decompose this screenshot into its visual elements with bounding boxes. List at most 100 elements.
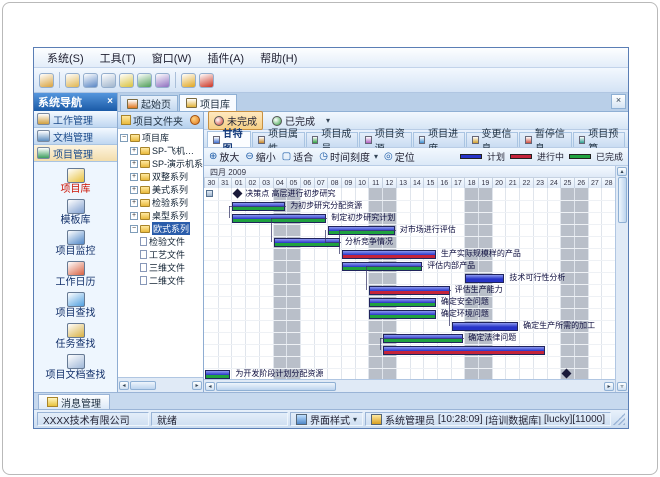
tree-item-11[interactable]: 二维文件 <box>120 274 203 287</box>
data-grid-icon[interactable] <box>39 73 54 88</box>
view-tab-project-progress[interactable]: 项目进度 <box>413 132 465 147</box>
status-session-info: 系统管理员 [10:28:09] [培训数据库] [lucky][11000] <box>365 412 611 426</box>
scroll-thumb[interactable] <box>618 177 627 223</box>
sidebar-group-doc-mgmt[interactable]: 文档管理 <box>34 128 117 145</box>
close-tab-icon[interactable]: × <box>611 94 626 109</box>
gantt-vertical-scrollbar[interactable]: ▴ ▿ <box>615 166 628 392</box>
sidebar-item-project-library[interactable]: 项目库 <box>34 166 117 197</box>
status-style-selector[interactable]: 界面样式 ▾ <box>290 412 363 426</box>
scroll-right-icon[interactable]: ▸ <box>192 381 202 390</box>
expand-icon[interactable]: + <box>130 212 138 220</box>
view-tab-change-info[interactable]: 变更信息 <box>466 132 518 147</box>
tree-item-1[interactable]: +SP-飞机试验系 <box>120 144 203 157</box>
menu-item-4[interactable]: 帮助(H) <box>253 49 304 67</box>
gantt-bar[interactable] <box>452 322 519 331</box>
print-icon[interactable] <box>101 73 116 88</box>
menu-item-3[interactable]: 插件(A) <box>200 49 251 67</box>
tree-item-2[interactable]: +SP-演示机系 <box>120 157 203 170</box>
scroll-thumb[interactable] <box>216 382 336 391</box>
tab-project-library[interactable]: 项目库 <box>179 94 237 111</box>
view-tab-project-resources[interactable]: 项目资源 <box>359 132 411 147</box>
gantt-bar[interactable] <box>369 298 436 307</box>
scroll-left-icon[interactable]: ◂ <box>119 381 129 390</box>
gantt-horizontal-scrollbar[interactable]: ◂ ▸ <box>204 379 615 392</box>
tree-item-5[interactable]: +检验系列 <box>120 196 203 209</box>
message-manager-tab[interactable]: 消息管理 <box>38 394 110 409</box>
expand-icon[interactable]: + <box>130 199 138 207</box>
view-tab-project-props[interactable]: 项目属性 <box>252 132 304 147</box>
zoom-in-label: 放大 <box>219 149 239 164</box>
sidebar-item-project-search[interactable]: 项目查找 <box>34 290 117 321</box>
resize-grip[interactable] <box>613 413 625 425</box>
collapse-icon[interactable]: − <box>130 225 138 233</box>
view-tab-project-budget[interactable]: 项目预算 <box>573 132 625 147</box>
time-scale-button[interactable]: ◷时间刻度▾ <box>319 149 378 164</box>
sidebar-item-work-calendar[interactable]: 工作日历 <box>34 259 117 290</box>
clock-icon: ◷ <box>319 151 328 162</box>
dependency-line <box>449 290 451 291</box>
tree-horizontal-scrollbar[interactable]: ◂ ▸ <box>118 377 203 392</box>
document-tabstrip: 起始页项目库 × <box>118 93 628 112</box>
exit-icon[interactable] <box>199 73 214 88</box>
chevron-down-icon: ▾ <box>353 415 357 424</box>
expand-icon[interactable]: + <box>130 160 138 168</box>
gantt-bar[interactable] <box>369 286 449 295</box>
milestone-diamond[interactable] <box>233 189 243 199</box>
tree-item-6[interactable]: +桌型系列 <box>120 209 203 222</box>
chevron-down-icon[interactable]: ▾ <box>326 116 330 125</box>
legend-bar <box>569 154 591 159</box>
gantt-bar[interactable] <box>383 346 545 355</box>
pin-icon[interactable] <box>190 115 200 125</box>
tree-item-8[interactable]: 检验文件 <box>120 235 203 248</box>
menu-item-1[interactable]: 工具(T) <box>93 49 143 67</box>
locate-button[interactable]: ◎定位 <box>384 149 415 164</box>
tree-item-7[interactable]: −欧式系列 <box>120 222 203 235</box>
scroll-up-icon[interactable]: ▴ <box>617 167 627 176</box>
view-tab-project-members[interactable]: 项目成员 <box>306 132 358 147</box>
tab-start-page[interactable]: 起始页 <box>120 95 178 111</box>
settings-icon[interactable] <box>155 73 170 88</box>
gantt-bar[interactable] <box>205 370 230 379</box>
grid-row-line <box>204 296 615 297</box>
scroll-right-icon[interactable]: ▸ <box>604 382 614 391</box>
sidebar-group-project-mgmt[interactable]: 项目管理 <box>34 145 117 162</box>
document-icon <box>140 250 147 259</box>
pause-info-icon <box>525 136 532 144</box>
zoom-out-button[interactable]: ⊖缩小 <box>245 149 275 164</box>
view-tab-pause-info[interactable]: 暂停信息 <box>519 132 571 147</box>
scroll-down-icon[interactable]: ▿ <box>617 382 627 391</box>
collapse-icon[interactable]: − <box>120 134 128 142</box>
monitor-icon[interactable] <box>137 73 152 88</box>
gantt-bar[interactable] <box>342 250 436 259</box>
gantt-bar[interactable] <box>369 310 436 319</box>
gantt-bar[interactable] <box>465 274 504 283</box>
tree-item-0[interactable]: −项目库 <box>120 131 203 144</box>
mail-icon[interactable] <box>119 73 134 88</box>
tree-item-3[interactable]: +双整系列 <box>120 170 203 183</box>
expand-icon[interactable]: + <box>130 173 138 181</box>
tree-item-4[interactable]: +美式系列 <box>120 183 203 196</box>
tree-item-10[interactable]: 三维文件 <box>120 261 203 274</box>
lock-icon[interactable] <box>181 73 196 88</box>
sidebar-item-project-doc-search[interactable]: 项目文档查找 <box>34 352 117 383</box>
expand-icon[interactable]: + <box>130 147 138 155</box>
sidebar-group-work-mgmt[interactable]: 工作管理 <box>34 111 117 128</box>
folder-icon <box>121 115 131 125</box>
menu-item-2[interactable]: 窗口(W) <box>145 49 199 67</box>
tree-item-9[interactable]: 工艺文件 <box>120 248 203 261</box>
fit-button[interactable]: ▢适合 <box>282 149 313 164</box>
sidebar-item-template-library[interactable]: 模板库 <box>34 197 117 228</box>
sidebar-item-task-search[interactable]: 任务查找 <box>34 321 117 352</box>
close-icon[interactable]: × <box>107 97 113 107</box>
report-icon[interactable] <box>83 73 98 88</box>
expand-icon[interactable]: + <box>130 186 138 194</box>
view-tab-gantt[interactable]: 甘特图 <box>207 131 251 147</box>
zoom-in-button[interactable]: ⊕放大 <box>209 149 239 164</box>
menu-item-0[interactable]: 系统(S) <box>40 49 91 67</box>
sidebar-item-project-monitor[interactable]: 项目监控 <box>34 228 117 259</box>
task-label: 决策点 高层进行初步研究 <box>245 189 335 199</box>
sidebar-group-label: 文档管理 <box>53 129 93 144</box>
scroll-left-icon[interactable]: ◂ <box>205 382 215 391</box>
scroll-thumb[interactable] <box>130 381 156 390</box>
folder-icon[interactable] <box>65 73 80 88</box>
